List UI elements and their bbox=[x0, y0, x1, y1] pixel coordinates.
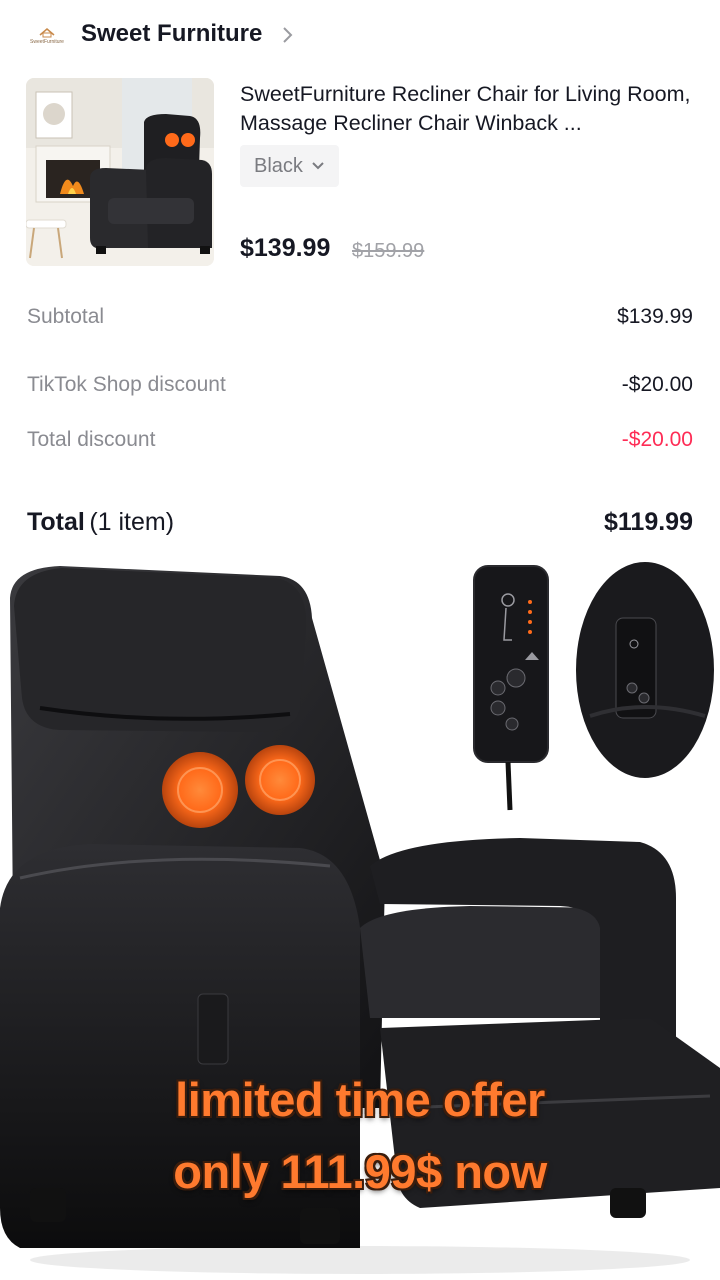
total-discount-row: Total discount -$20.00 bbox=[27, 428, 693, 452]
shop-discount-label: TikTok Shop discount bbox=[27, 373, 226, 396]
product-thumbnail[interactable] bbox=[26, 78, 214, 266]
total-discount-label: Total discount bbox=[27, 428, 156, 451]
subtotal-label: Subtotal bbox=[27, 305, 105, 328]
total-value: $119.99 bbox=[604, 508, 693, 536]
caption-line-1: limited time offer bbox=[175, 1073, 545, 1126]
product-price: $139.99 bbox=[240, 234, 331, 262]
shop-discount-value: -$20.00 bbox=[621, 373, 693, 396]
total-label: Total bbox=[27, 508, 85, 536]
store-name[interactable]: Sweet Furniture bbox=[81, 20, 262, 48]
store-header[interactable]: SweetFurniture Sweet Furniture bbox=[0, 0, 720, 72]
chevron-right-icon[interactable] bbox=[281, 24, 295, 46]
store-logo: SweetFurniture bbox=[30, 28, 64, 45]
shop-discount-row[interactable]: TikTok Shop discount -$20.00 bbox=[27, 373, 693, 397]
subtotal-row: Subtotal $139.99 bbox=[27, 305, 693, 329]
svg-text:SweetFurniture: SweetFurniture bbox=[30, 39, 64, 45]
chevron-down-icon bbox=[312, 162, 324, 170]
variant-selector[interactable]: Black bbox=[240, 145, 339, 187]
variant-label: Black bbox=[254, 154, 303, 177]
caption-line-2: only 111.99$ now bbox=[173, 1145, 547, 1198]
total-item-count: (1 item) bbox=[89, 508, 175, 536]
product-title[interactable]: SweetFurniture Recliner Chair for Living… bbox=[240, 80, 700, 138]
total-discount-value: -$20.00 bbox=[621, 428, 693, 451]
original-price: $159.99 bbox=[352, 240, 425, 262]
total-row: Total (1 item) $119.99 bbox=[27, 508, 693, 537]
subtotal-value: $139.99 bbox=[617, 305, 693, 328]
